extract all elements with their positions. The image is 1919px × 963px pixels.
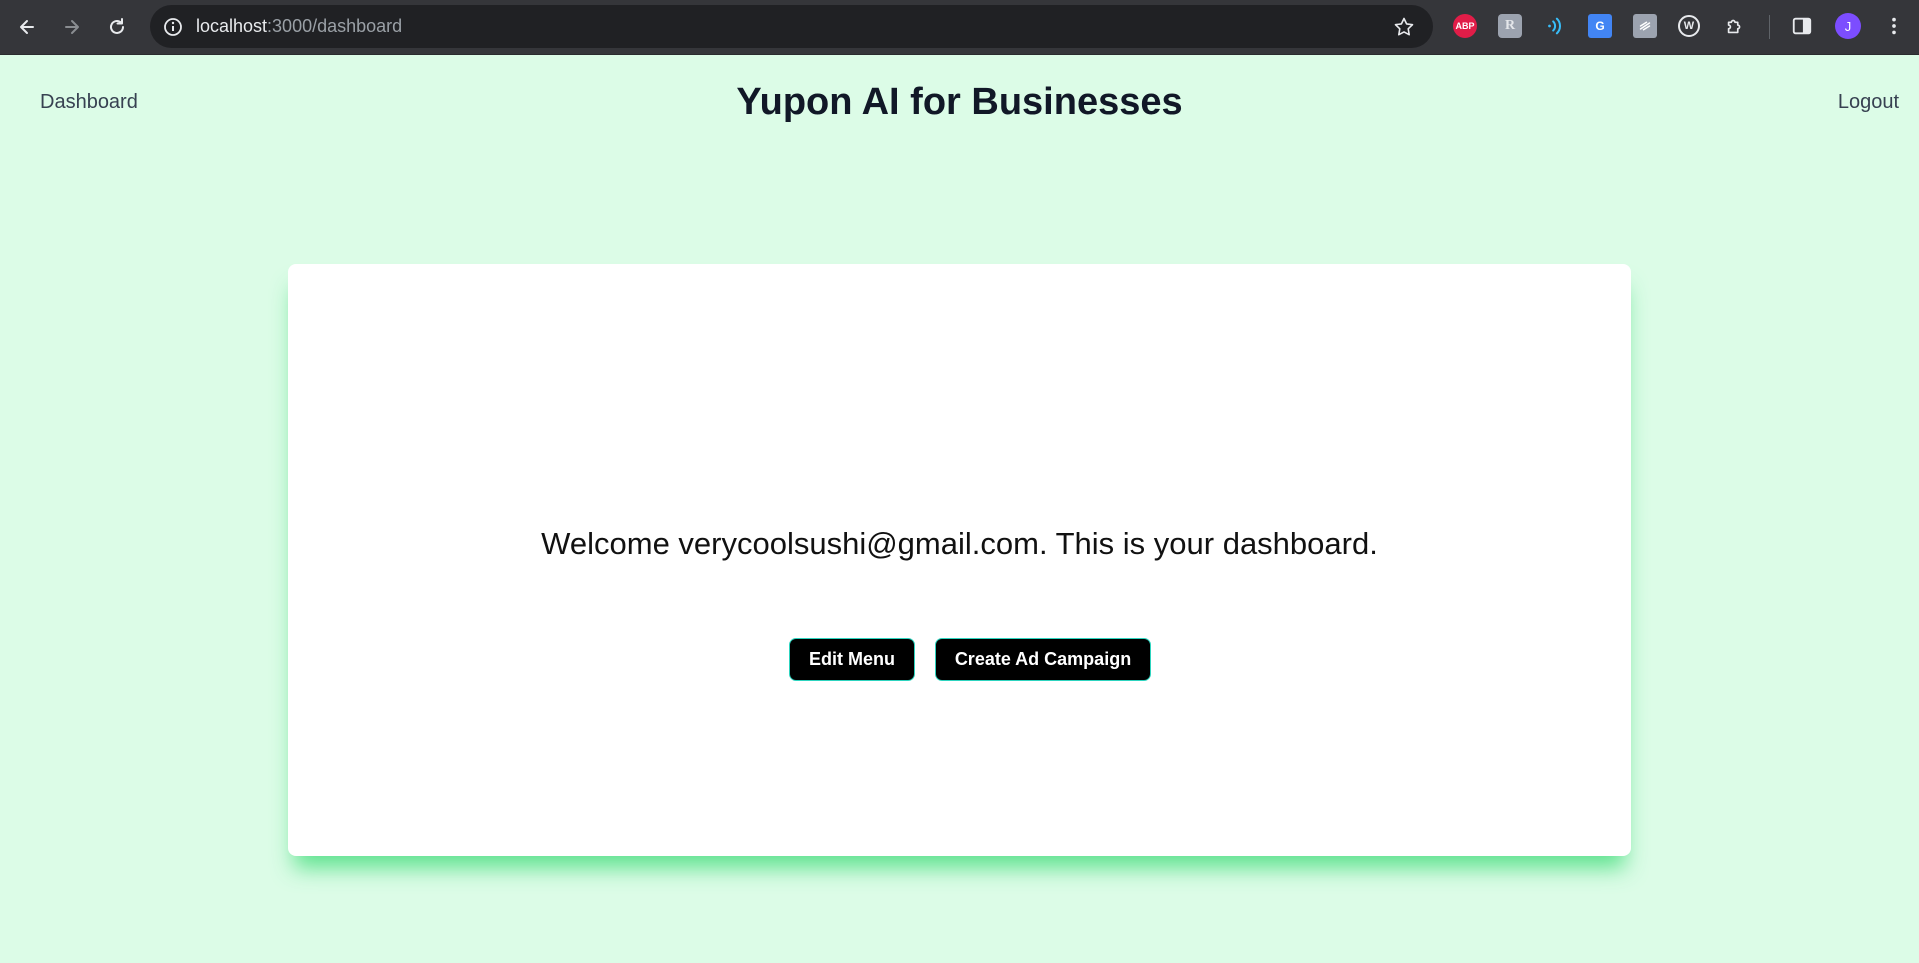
url-text[interactable]: localhost:3000/dashboard xyxy=(196,5,402,48)
edit-menu-button[interactable]: Edit Menu xyxy=(789,638,915,681)
profile-avatar[interactable]: J xyxy=(1835,13,1861,39)
dashboard-card: Welcome verycoolsushi@gmail.com. This is… xyxy=(288,264,1631,856)
adblock-extension-icon[interactable]: ABP xyxy=(1453,14,1477,38)
puzzle-icon xyxy=(1727,19,1741,34)
logout-link[interactable]: Logout xyxy=(1838,91,1899,114)
welcome-message: Welcome verycoolsushi@gmail.com. This is… xyxy=(541,526,1378,561)
address-bar[interactable]: localhost:3000/dashboard xyxy=(150,5,1433,48)
wave-extension-icon[interactable] xyxy=(1543,14,1567,38)
r-extension-icon[interactable]: R xyxy=(1498,14,1522,38)
page-body: Dashboard Yupon AI for Businesses Logout… xyxy=(0,55,1919,963)
create-ad-campaign-button[interactable]: Create Ad Campaign xyxy=(935,638,1151,681)
browser-toolbar: localhost:3000/dashboard ABP R G W J xyxy=(0,0,1919,55)
s-extension-icon[interactable] xyxy=(1633,14,1657,38)
site-info-icon[interactable] xyxy=(162,16,184,38)
bookmark-star-icon[interactable] xyxy=(1393,16,1415,38)
wave-icon xyxy=(1548,17,1561,35)
reload-button[interactable] xyxy=(102,12,132,42)
url-path: :3000/dashboard xyxy=(267,16,403,36)
url-host: localhost xyxy=(196,16,268,36)
browser-menu-button[interactable] xyxy=(1882,14,1906,38)
w-extension-icon[interactable]: W xyxy=(1678,15,1700,37)
side-panel-button[interactable] xyxy=(1790,14,1814,38)
kebab-menu-icon xyxy=(1892,17,1896,35)
back-button[interactable] xyxy=(12,12,42,42)
side-panel-icon xyxy=(1792,17,1812,35)
arrow-left-icon xyxy=(20,20,34,34)
forward-button[interactable] xyxy=(57,12,87,42)
extensions-puzzle-button[interactable] xyxy=(1723,14,1747,38)
arrow-right-icon xyxy=(65,20,79,34)
stripe-s-icon xyxy=(1639,21,1651,31)
google-translate-extension-icon[interactable]: G xyxy=(1588,14,1612,38)
page-title: Yupon AI for Businesses xyxy=(736,81,1183,123)
toolbar-divider xyxy=(1769,15,1770,39)
reload-icon xyxy=(110,18,124,34)
